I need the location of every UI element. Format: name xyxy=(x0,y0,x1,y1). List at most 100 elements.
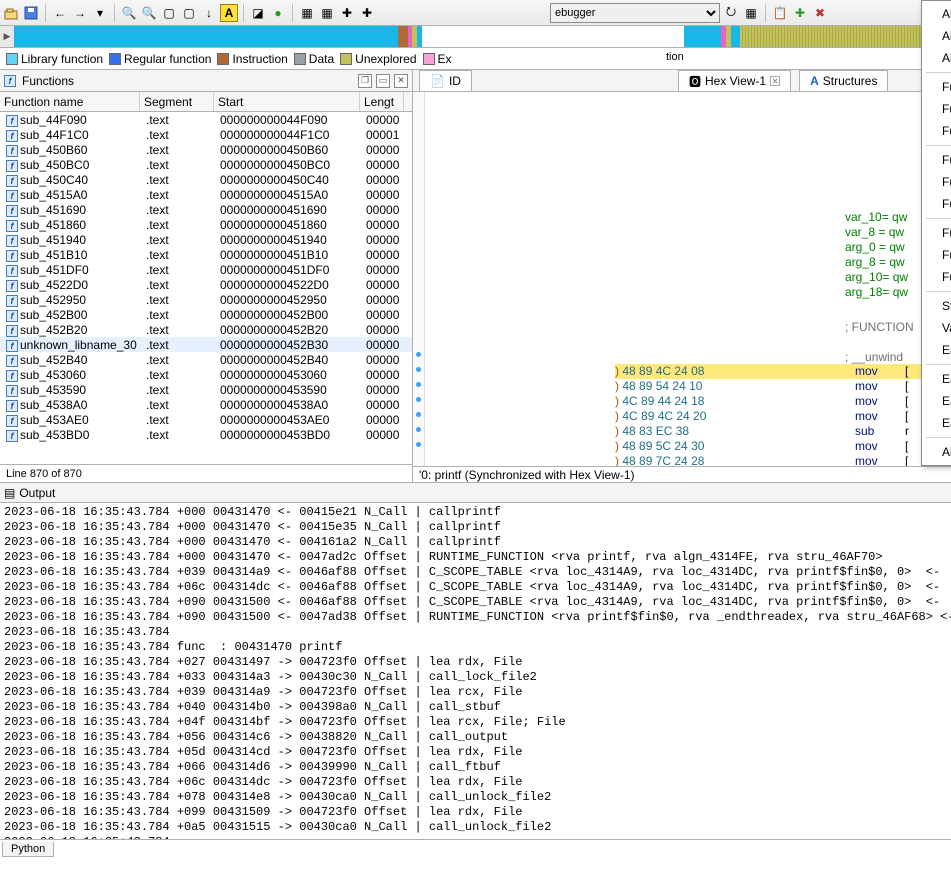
output-icon: ▤ xyxy=(4,486,15,500)
disasm-body[interactable]: var_10= qwvar_8 = qwarg_0 = qwarg_8 = qw… xyxy=(425,92,951,482)
table-row[interactable]: fsub_450B60.text0000000000450B6000000 xyxy=(0,142,412,157)
table-row[interactable]: fsub_450C40.text0000000000450C4000000 xyxy=(0,172,412,187)
function-icon: f xyxy=(6,235,18,247)
tab-ida[interactable]: 📄ID xyxy=(419,70,472,91)
save-icon[interactable] xyxy=(22,4,40,22)
dropdown-icon[interactable]: ▾ xyxy=(91,4,109,22)
disasm-pane: 📄ID 🅾Hex View-1✕ AStructures var_10= qwv… xyxy=(413,70,951,482)
legend-swatch xyxy=(6,53,18,65)
table-row[interactable]: fsub_452B20.text0000000000452B2000000 xyxy=(0,322,412,337)
tab-hex[interactable]: 🅾Hex View-1✕ xyxy=(678,70,791,91)
tool1-icon[interactable]: ▢ xyxy=(160,4,178,22)
legend-item: Instruction xyxy=(217,52,287,66)
table-row[interactable]: fsub_452B00.text0000000000452B0000000 xyxy=(0,307,412,322)
tool5-icon[interactable]: ▦ xyxy=(318,4,336,22)
tool10-icon[interactable]: 📋 xyxy=(771,4,789,22)
tab-python[interactable]: Python xyxy=(2,842,54,857)
table-row[interactable]: fsub_451B10.text0000000000451B1000000 xyxy=(0,247,412,262)
menu-item[interactable]: Func xrefs frm chain xyxy=(922,244,951,266)
function-icon: f xyxy=(6,310,18,322)
function-icon: f xyxy=(6,325,18,337)
menu-item[interactable]: Ea xrefs to chain xyxy=(922,412,951,434)
function-icon: f xyxy=(6,250,18,262)
menu-item[interactable]: All imports xrefs xyxy=(922,25,951,47)
col-start[interactable]: Start xyxy=(214,92,360,111)
menu-item[interactable]: Func xrefs chain xyxy=(922,222,951,244)
menu-item[interactable]: Ea xrefs xyxy=(922,339,951,361)
find2-icon[interactable]: 🔍 xyxy=(140,4,158,22)
function-icon: f xyxy=(6,295,18,307)
nav-bar[interactable] xyxy=(14,26,951,47)
tool7-icon[interactable]: ✚ xyxy=(358,4,376,22)
col-segment[interactable]: Segment xyxy=(140,92,214,111)
fwd-icon[interactable]: → xyxy=(71,4,89,22)
menu-item[interactable]: All functions xrefs xyxy=(922,3,951,25)
table-row[interactable]: fsub_451940.text000000000045194000000 xyxy=(0,232,412,247)
menu-item[interactable]: Func xrefs inner xyxy=(922,149,951,171)
back-icon[interactable]: ← xyxy=(51,4,69,22)
tool6-icon[interactable]: ✚ xyxy=(338,4,356,22)
table-row[interactable]: fsub_453BD0.text0000000000453BD000000 xyxy=(0,427,412,442)
tab-close-icon[interactable]: ✕ xyxy=(770,76,780,86)
menu-item[interactable]: Ea xrefs frm chain xyxy=(922,390,951,412)
function-icon: f xyxy=(6,145,18,157)
run-icon[interactable]: ● xyxy=(269,4,287,22)
table-row[interactable]: fsub_44F090.text000000000044F09000000 xyxy=(0,112,412,127)
pane-min-icon[interactable]: ▭ xyxy=(376,74,390,88)
menu-item[interactable]: All strings xrefs xyxy=(922,47,951,69)
legend-label: Regular function xyxy=(124,52,211,66)
table-row[interactable]: fsub_4522D0.text00000000004522D000000 xyxy=(0,277,412,292)
menu-item[interactable]: Stk xrefs xyxy=(922,295,951,317)
menu-item[interactable]: Func xrefs to xyxy=(922,120,951,142)
menu-item[interactable]: Func xrefs xyxy=(922,76,951,98)
tool2-icon[interactable]: ▢ xyxy=(180,4,198,22)
debugger-select[interactable]: ebugger xyxy=(550,3,720,23)
tab-struct[interactable]: AStructures xyxy=(799,70,888,91)
menu-item[interactable]: Ea xrefs chain xyxy=(922,368,951,390)
table-row[interactable]: fsub_4538A0.text00000000004538A000000 xyxy=(0,397,412,412)
table-row[interactable]: fsub_453060.text000000000045306000000 xyxy=(0,367,412,382)
functions-header[interactable]: Function name Segment Start Lengt xyxy=(0,92,412,112)
menu-item[interactable]: Func xrefs frm inner xyxy=(922,171,951,193)
menu-item[interactable]: Var xrefs xyxy=(922,317,951,339)
function-icon: f xyxy=(6,370,18,382)
tool3-icon[interactable]: ◪ xyxy=(249,4,267,22)
tool12-icon[interactable]: ✖ xyxy=(811,4,829,22)
table-row[interactable]: fsub_453AE0.text0000000000453AE000000 xyxy=(0,412,412,427)
menu-item[interactable]: Func xrefs frm xyxy=(922,98,951,120)
table-row[interactable]: fsub_451690.text000000000045169000000 xyxy=(0,202,412,217)
table-row[interactable]: fsub_4515A0.text00000000004515A000000 xyxy=(0,187,412,202)
table-row[interactable]: fsub_452B40.text0000000000452B4000000 xyxy=(0,352,412,367)
table-row[interactable]: funknown_libname_30.text0000000000452B30… xyxy=(0,337,412,352)
legend-item: Regular function xyxy=(109,52,211,66)
find-icon[interactable]: 🔍 xyxy=(120,4,138,22)
table-row[interactable]: fsub_450BC0.text0000000000450BC000000 xyxy=(0,157,412,172)
menu-item[interactable]: Func xrefs to chain xyxy=(922,266,951,288)
legend-label: Library function xyxy=(21,52,103,66)
tool11-icon[interactable]: ✚ xyxy=(791,4,809,22)
functions-table[interactable]: Function name Segment Start Lengt fsub_4… xyxy=(0,92,412,464)
table-row[interactable]: fsub_451DF0.text0000000000451DF000000 xyxy=(0,262,412,277)
open-icon[interactable] xyxy=(2,4,20,22)
nav-play-left[interactable]: ▶ xyxy=(0,26,14,47)
col-length[interactable]: Lengt xyxy=(360,92,404,111)
table-row[interactable]: fsub_451860.text000000000045186000000 xyxy=(0,217,412,232)
table-row[interactable]: fsub_44F1C0.text000000000044F1C000001 xyxy=(0,127,412,142)
tool9-icon[interactable]: ▦ xyxy=(742,4,760,22)
function-icon: f xyxy=(6,340,18,352)
menu-item[interactable]: Func xrefs to inner xyxy=(922,193,951,215)
function-icon: f xyxy=(6,400,18,412)
pane-restore-icon[interactable]: ❐ xyxy=(358,74,372,88)
menu-item[interactable]: About xyxy=(922,441,951,463)
tool8-icon[interactable]: ⭮ xyxy=(722,4,740,22)
down-icon[interactable]: ↓ xyxy=(200,4,218,22)
highlight-icon[interactable]: A xyxy=(220,4,238,22)
pane-close-icon[interactable]: ✕ xyxy=(394,74,408,88)
table-row[interactable]: fsub_453590.text000000000045359000000 xyxy=(0,382,412,397)
col-name[interactable]: Function name xyxy=(0,92,140,111)
output-body[interactable]: 2023-06-18 16:35:43.784 +000 00431470 <-… xyxy=(0,503,951,839)
tool4-icon[interactable]: ▦ xyxy=(298,4,316,22)
table-row[interactable]: fsub_452950.text000000000045295000000 xyxy=(0,292,412,307)
legend-bar: Library function Regular function Instruct… xyxy=(0,48,951,70)
function-icon: f xyxy=(6,280,18,292)
